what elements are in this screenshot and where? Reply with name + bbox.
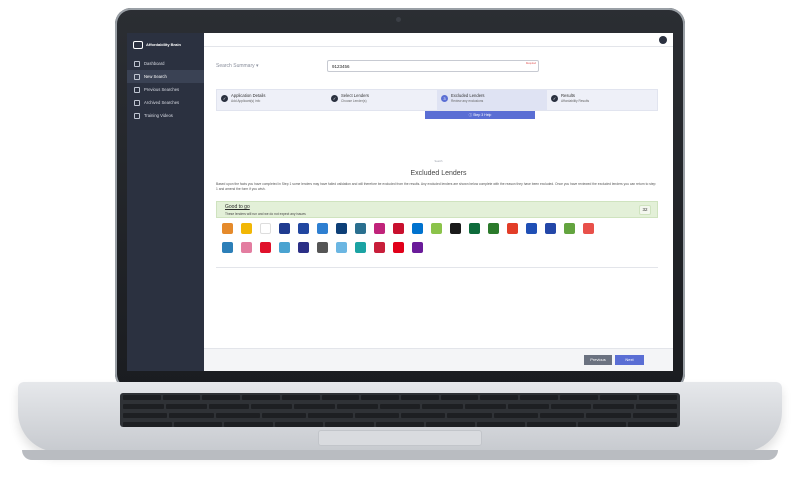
history-icon: [134, 86, 140, 93]
required-label: Required: [525, 62, 536, 65]
step-help-button[interactable]: ⓘ Step 3 Help: [425, 111, 535, 119]
lender-logo-icon: [317, 242, 328, 253]
good-to-go-panel[interactable]: Good to go These lenders will run and we…: [216, 201, 658, 218]
lender-logo-icon: [279, 242, 290, 253]
lender-logo-icon: [526, 223, 537, 234]
lender-logo-icon: [488, 223, 499, 234]
good-to-go-title: Good to go: [225, 204, 250, 210]
home-icon: [134, 60, 140, 67]
lender-logo-icon: [393, 242, 404, 253]
lender-logo-icon: [564, 223, 575, 234]
main-content: Search Summary ▾ 9123456 Required ✓ Appl…: [204, 33, 673, 371]
lender-logo-icon: [374, 223, 385, 234]
lender-count-badge: 32: [639, 205, 651, 215]
progress-steps: ✓ Application Details Add Applicant(s) i…: [216, 89, 658, 111]
lender-logo-icon: [355, 242, 366, 253]
sidebar-item-label: Previous Searches: [144, 87, 180, 92]
page-description: Based upon the facts you have completed …: [216, 182, 656, 191]
step-title: Excluded Lenders: [451, 93, 485, 98]
lender-logo-icon: [412, 242, 423, 253]
sidebar-item-previous-searches[interactable]: Previous Searches: [127, 83, 204, 96]
sidebar-item-dashboard[interactable]: Dashboard: [127, 57, 204, 70]
search-value: 9123456: [332, 64, 350, 69]
step-results[interactable]: ✓ Results Affordability Results: [547, 90, 657, 110]
search-icon: [134, 73, 140, 80]
lender-logo-icon: [431, 223, 442, 234]
video-icon: [134, 112, 140, 119]
lender-logo-icon: [260, 223, 271, 234]
lender-logo-icon: [298, 223, 309, 234]
sidebar-item-new-search[interactable]: New Search: [127, 70, 204, 83]
step-application-details[interactable]: ✓ Application Details Add Applicant(s) i…: [217, 90, 327, 110]
step-subtitle: Affordability Results: [561, 99, 590, 103]
keyboard: [120, 393, 680, 427]
lender-logo-icon: [507, 223, 518, 234]
lender-logo-icon: [222, 223, 233, 234]
lender-logo-row: [222, 223, 652, 234]
search-input[interactable]: 9123456 Required: [327, 60, 539, 72]
camera-dot: [396, 17, 401, 22]
search-row: Search Summary ▾ 9123456 Required: [212, 57, 665, 77]
previous-button[interactable]: Previous: [584, 355, 612, 365]
lender-logo-icon: [279, 223, 290, 234]
lender-logo-icon: [241, 242, 252, 253]
step-subtitle: Add Applicant(s) info: [231, 99, 261, 103]
sidebar-item-label: New Search: [144, 74, 167, 79]
page-title: Excluded Lenders: [410, 170, 467, 177]
avatar[interactable]: [659, 36, 667, 44]
lender-logo-icon: [583, 223, 594, 234]
search-summary-dropdown[interactable]: Search Summary ▾: [216, 63, 259, 69]
app-screen: Affordability Brain Dashboard New Search…: [127, 33, 673, 371]
archive-icon: [134, 99, 140, 106]
lender-logo-icon: [450, 223, 461, 234]
step-title: Results: [561, 93, 575, 98]
check-icon: ✓: [551, 95, 558, 102]
sidebar-item-label: Training Videos: [144, 113, 173, 118]
laptop-foot: [22, 450, 778, 460]
footer-bar: Previous Next: [204, 348, 673, 371]
lender-logo-icon: [412, 223, 423, 234]
step-subtitle: Review any exclusions: [451, 99, 484, 103]
step-title: Select Lenders: [341, 93, 369, 98]
next-button[interactable]: Next: [615, 355, 644, 365]
good-to-go-subtitle: These lenders will run and we do not exp…: [225, 212, 306, 216]
step-excluded-lenders[interactable]: 3 Excluded Lenders Review any exclusions: [437, 90, 547, 110]
lender-logo-icon: [469, 223, 480, 234]
brand-logo: Affordability Brain: [127, 33, 204, 57]
lender-logo-icon: [317, 223, 328, 234]
laptop-mockup: Affordability Brain Dashboard New Search…: [0, 0, 800, 500]
trackpad: [318, 430, 482, 446]
step-title: Application Details: [231, 93, 266, 98]
section-label: Search: [434, 160, 443, 163]
lender-logo-icon: [260, 242, 271, 253]
lender-logo-grid: [222, 223, 652, 261]
lender-logo-icon: [241, 223, 252, 234]
lender-logo-icon: [336, 223, 347, 234]
lender-logo-icon: [545, 223, 556, 234]
lender-logo-icon: [298, 242, 309, 253]
brain-icon: [133, 41, 143, 49]
top-bar: [204, 33, 673, 47]
divider: [216, 267, 658, 268]
lender-logo-icon: [393, 223, 404, 234]
check-icon: ✓: [221, 95, 228, 102]
step-subtitle: Choose Lender(s): [341, 99, 367, 103]
lender-logo-icon: [336, 242, 347, 253]
lender-logo-icon: [374, 242, 385, 253]
sidebar-item-label: Dashboard: [144, 61, 165, 66]
sidebar-item-training-videos[interactable]: Training Videos: [127, 109, 204, 122]
brand-name: Affordability Brain: [146, 42, 181, 47]
check-icon: ✓: [331, 95, 338, 102]
step-select-lenders[interactable]: ✓ Select Lenders Choose Lender(s): [327, 90, 437, 110]
lender-logo-row: [222, 242, 652, 253]
sidebar-item-label: Archived Searches: [144, 100, 180, 105]
step-number: 3: [441, 95, 448, 102]
lender-logo-icon: [355, 223, 366, 234]
sidebar-item-archived-searches[interactable]: Archived Searches: [127, 96, 204, 109]
lender-logo-icon: [222, 242, 233, 253]
sidebar: Affordability Brain Dashboard New Search…: [127, 33, 204, 371]
